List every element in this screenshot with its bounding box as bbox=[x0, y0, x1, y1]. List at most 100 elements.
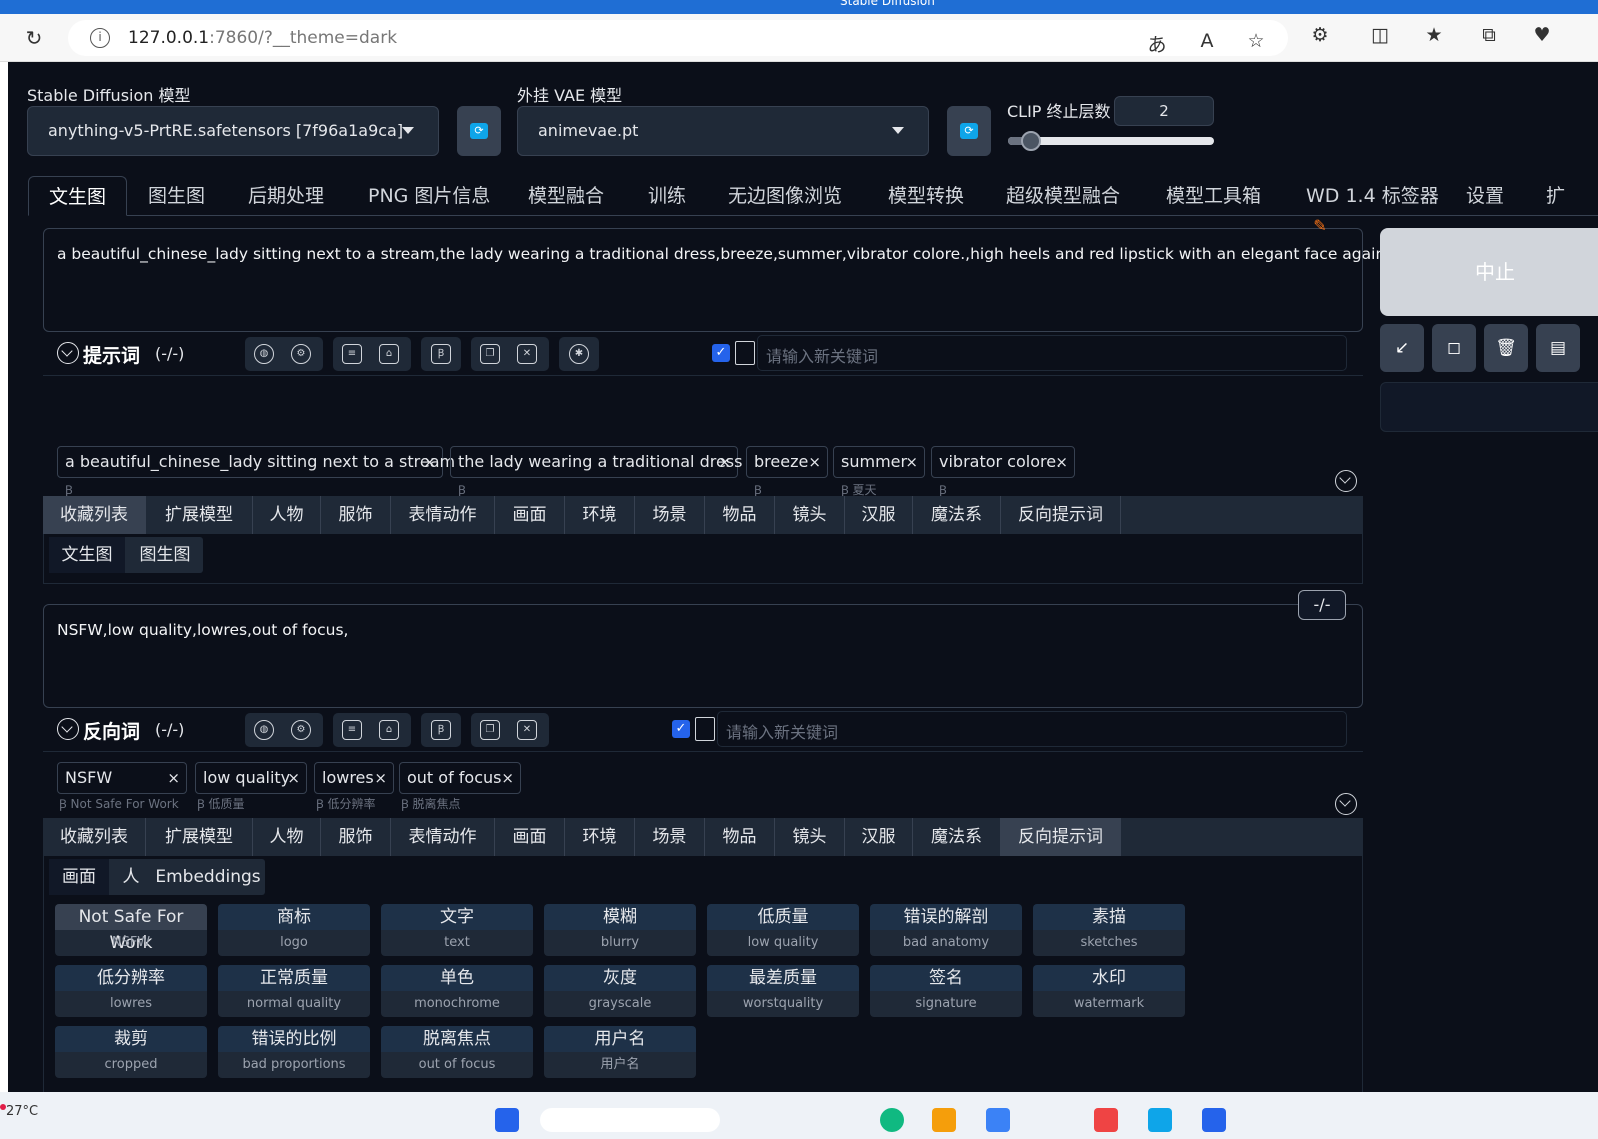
category-tab-11[interactable]: 魔法系 bbox=[913, 818, 1001, 856]
favorites-icon[interactable]: ★ bbox=[1420, 24, 1448, 46]
bookmark-icon[interactable]: ⌂ bbox=[379, 344, 399, 364]
keyword-tile[interactable]: 脱离焦点 out of focus bbox=[381, 1026, 533, 1078]
remove-tag-icon[interactable]: × bbox=[423, 447, 436, 477]
tab-0[interactable]: 文生图 bbox=[28, 176, 128, 216]
keyword-tile[interactable]: 单色 monochrome bbox=[381, 965, 533, 1017]
translate-text-icon[interactable]: Ꞵ bbox=[431, 720, 451, 740]
subtab-0[interactable]: 画面 bbox=[49, 859, 109, 895]
prompt-tag[interactable]: the lady wearing a traditional dress × bbox=[450, 446, 742, 478]
keyword-tile[interactable]: Not Safe For WorkNSFW bbox=[55, 904, 207, 956]
category-tab-12[interactable]: 反向提示词 bbox=[1001, 818, 1121, 856]
category-tab-1[interactable]: 扩展模型 bbox=[146, 496, 253, 534]
remove-tag-icon[interactable]: × bbox=[374, 763, 387, 793]
category-tab-8[interactable]: 物品 bbox=[705, 496, 775, 534]
favorite-star-icon[interactable]: ☆ bbox=[1242, 30, 1270, 52]
start-icon[interactable] bbox=[495, 1108, 519, 1132]
vae-model-dropdown[interactable]: animevae.pt bbox=[517, 106, 929, 156]
site-info-icon[interactable]: i bbox=[90, 28, 110, 48]
keyword-tile[interactable]: 裁剪 cropped bbox=[55, 1026, 207, 1078]
category-tab-8[interactable]: 物品 bbox=[705, 818, 775, 856]
copy-icon[interactable]: ❐ bbox=[480, 720, 500, 740]
keyword-tile[interactable]: 灰度 grayscale bbox=[544, 965, 696, 1017]
translate-text-icon[interactable]: Ꞵ bbox=[431, 344, 451, 364]
expand-icon[interactable] bbox=[1335, 793, 1357, 815]
category-tab-11[interactable]: 魔法系 bbox=[913, 496, 1001, 534]
subtab-0[interactable]: 文生图 bbox=[49, 537, 125, 573]
clip-skip-input[interactable]: 2 bbox=[1114, 96, 1214, 126]
remove-tag-icon[interactable]: × bbox=[905, 447, 918, 477]
prompt-tag[interactable]: vibrator colore. × bbox=[931, 446, 1075, 478]
gear-icon[interactable]: ⚙ bbox=[291, 720, 311, 740]
tab-5[interactable]: 训练 bbox=[628, 176, 706, 216]
prompt-tag[interactable]: summer × bbox=[833, 446, 925, 478]
url-text[interactable]: 127.0.0.1:7860/?__theme=dark bbox=[128, 28, 397, 48]
keyword-tile[interactable]: 商标 logo bbox=[218, 904, 370, 956]
category-tab-12[interactable]: 反向提示词 bbox=[1001, 496, 1121, 534]
collapse-icon[interactable] bbox=[57, 342, 79, 364]
keyword-tile[interactable]: 错误的解剖 bad anatomy bbox=[870, 904, 1022, 956]
category-tab-2[interactable]: 人物 bbox=[253, 818, 321, 856]
category-tab-5[interactable]: 画面 bbox=[495, 818, 565, 856]
tab-6[interactable]: 无边图像浏览 bbox=[708, 176, 862, 216]
category-tab-2[interactable]: 人物 bbox=[253, 496, 321, 534]
gear-icon[interactable]: ⚙ bbox=[291, 344, 311, 364]
category-tab-5[interactable]: 画面 bbox=[495, 496, 565, 534]
tab-10[interactable]: WD 1.4 标签器 bbox=[1286, 176, 1459, 216]
remove-tag-icon[interactable]: × bbox=[287, 763, 300, 793]
paste-params-button[interactable]: ↙ bbox=[1380, 324, 1424, 372]
category-tab-0[interactable]: 收藏列表 bbox=[43, 496, 146, 534]
remove-tag-icon[interactable]: × bbox=[167, 763, 180, 793]
tab-9[interactable]: 模型工具箱 bbox=[1146, 176, 1281, 216]
category-tab-9[interactable]: 镜头 bbox=[775, 496, 845, 534]
keyword-tile[interactable]: 低分辨率 lowres bbox=[55, 965, 207, 1017]
clip-skip-slider[interactable] bbox=[1008, 131, 1214, 151]
tab-2[interactable]: 后期处理 bbox=[228, 176, 344, 216]
remove-tag-icon[interactable]: × bbox=[1055, 447, 1068, 477]
read-aloud-icon[interactable]: A bbox=[1193, 30, 1221, 52]
sd-model-dropdown[interactable]: anything-v5-PrtRE.safetensors [7f96a1a9c… bbox=[27, 106, 439, 156]
keyword-tile[interactable]: 正常质量 normal quality bbox=[218, 965, 370, 1017]
trash-button[interactable]: 🗑 bbox=[1484, 324, 1528, 372]
tab-12[interactable]: 扩 bbox=[1526, 176, 1585, 216]
globe-icon[interactable]: ◍ bbox=[254, 720, 274, 740]
load-file-icon[interactable]: ≡ bbox=[342, 344, 362, 364]
refresh-sd-model-button[interactable]: ⟳ bbox=[457, 106, 501, 156]
file-explorer-icon[interactable] bbox=[932, 1108, 956, 1132]
remove-tag-icon[interactable]: × bbox=[718, 447, 731, 477]
tab-4[interactable]: 模型融合 bbox=[508, 176, 624, 216]
negative-prompt-textarea[interactable]: NSFW,low quality,lowres,out of focus, bbox=[43, 604, 1363, 708]
tab-7[interactable]: 模型转换 bbox=[868, 176, 984, 216]
category-tab-4[interactable]: 表情动作 bbox=[391, 818, 495, 856]
app-icon[interactable] bbox=[1094, 1108, 1118, 1132]
collapse-icon[interactable] bbox=[57, 718, 79, 740]
load-file-icon[interactable]: ≡ bbox=[342, 720, 362, 740]
styles-panel[interactable] bbox=[1380, 382, 1598, 432]
address-bar[interactable]: i 127.0.0.1:7860/?__theme=dark あ A ☆ bbox=[68, 20, 1288, 56]
keyword-tile[interactable]: 低质量 low quality bbox=[707, 904, 859, 956]
category-tab-6[interactable]: 环境 bbox=[565, 496, 635, 534]
tab-1[interactable]: 图生图 bbox=[128, 176, 225, 216]
keyword-tile[interactable]: 素描 sketches bbox=[1033, 904, 1185, 956]
prompt-textarea[interactable]: a beautiful_chinese_lady sitting next to… bbox=[43, 228, 1455, 332]
edge-icon[interactable] bbox=[880, 1108, 904, 1132]
category-tab-9[interactable]: 镜头 bbox=[775, 818, 845, 856]
category-tab-0[interactable]: 收藏列表 bbox=[43, 818, 146, 856]
remove-tag-icon[interactable]: × bbox=[501, 763, 514, 793]
keyword-tile[interactable]: 模糊 blurry bbox=[544, 904, 696, 956]
negative-tag[interactable]: lowres × bbox=[314, 762, 394, 794]
keyword-tile[interactable]: 错误的比例 bad proportions bbox=[218, 1026, 370, 1078]
stop-button[interactable]: 中止 bbox=[1380, 228, 1598, 316]
keyword-tile[interactable]: 水印 watermark bbox=[1033, 965, 1185, 1017]
reload-icon[interactable]: ↻ bbox=[22, 26, 46, 50]
tab-11[interactable]: 设置 bbox=[1446, 176, 1524, 216]
category-tab-7[interactable]: 场景 bbox=[635, 818, 705, 856]
keyword-checkbox[interactable]: ✓ bbox=[712, 344, 730, 362]
pen-icon[interactable]: ✎ bbox=[1305, 216, 1335, 235]
extensions-icon[interactable]: ⚙ bbox=[1306, 24, 1334, 46]
subtab-1[interactable]: 图生图 bbox=[127, 537, 203, 573]
category-tab-1[interactable]: 扩展模型 bbox=[146, 818, 253, 856]
subtab-1[interactable]: 人 bbox=[111, 859, 151, 895]
negative-toggle-button[interactable]: -/- bbox=[1298, 590, 1346, 620]
negative-tag[interactable]: NSFW × bbox=[57, 762, 187, 794]
app-icon[interactable] bbox=[1202, 1108, 1226, 1132]
